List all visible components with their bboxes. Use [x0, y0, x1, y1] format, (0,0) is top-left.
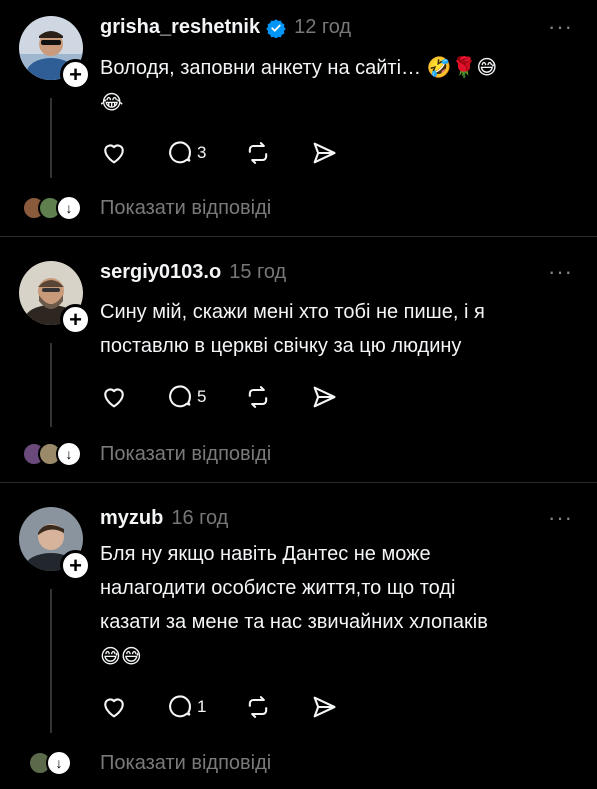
thread-post: + grisha_reshetnik 12 год ··· Володя, за…	[0, 0, 597, 236]
post-time: 16 год	[171, 507, 229, 529]
comment-button[interactable]: 5	[166, 383, 206, 411]
show-replies-link[interactable]: Показати відповіді	[100, 752, 271, 775]
post-text-body: Володя, заповни анкету на сайті…	[100, 57, 422, 79]
emoji-run: 😅😅	[100, 644, 142, 668]
show-replies-row[interactable]: ↓ Показати відповіді	[0, 188, 597, 228]
post-actions: 5	[100, 383, 376, 411]
post-text-line: поставлю в церкві свічку за цю людину	[100, 335, 462, 357]
heart-icon	[104, 144, 124, 164]
reply-avatars: ↓	[22, 750, 72, 776]
post-header: sergiy0103.o 15 год	[100, 261, 286, 284]
show-replies-row[interactable]: ↓ Показати відповіді	[0, 434, 597, 474]
follow-plus-icon[interactable]: +	[60, 304, 91, 335]
repost-icon	[249, 696, 268, 718]
comment-button[interactable]: 3	[166, 139, 206, 167]
show-replies-link[interactable]: Показати відповіді	[100, 443, 271, 466]
share-button[interactable]	[310, 383, 338, 411]
post-text-line: казати за мене та нас звичайних хлопаків	[100, 611, 488, 633]
more-icon[interactable]: ···	[548, 505, 573, 531]
username[interactable]: myzub	[100, 507, 163, 530]
like-button[interactable]	[100, 139, 128, 167]
repost-icon	[249, 386, 268, 408]
reply-avatars: ↓	[22, 195, 82, 221]
share-icon	[314, 386, 337, 408]
comment-count: 5	[197, 387, 207, 406]
more-icon[interactable]: ···	[548, 14, 573, 40]
post-text: Бля ну якщо навіть Дантес не може налаго…	[100, 537, 570, 674]
post-text-line: налагодити особисте життя,то що тоді	[100, 577, 456, 599]
repost-icon	[249, 142, 268, 164]
thread-post: + myzub 16 год ··· Бля ну якщо навіть Да…	[0, 482, 597, 789]
follow-plus-icon[interactable]: +	[60, 59, 91, 90]
like-button[interactable]	[100, 693, 128, 721]
share-button[interactable]	[310, 139, 338, 167]
post-actions: 1	[100, 693, 376, 721]
share-icon	[314, 142, 337, 164]
post-actions: 3	[100, 139, 376, 167]
username[interactable]: grisha_reshetnik	[100, 16, 260, 39]
thread-line	[50, 589, 52, 733]
post-header: myzub 16 год	[100, 507, 228, 530]
thread-post: + sergiy0103.o 15 год ··· Сину мій, скаж…	[0, 236, 597, 483]
heart-icon	[104, 698, 124, 718]
post-text-line: Сину мій, скажи мені хто тобі не пише, і…	[100, 301, 485, 323]
post-time: 12 год	[294, 16, 352, 38]
post-time: 15 год	[229, 261, 287, 283]
post-text-line: Бля ну якщо навіть Дантес не може	[100, 543, 431, 565]
comment-button[interactable]: 1	[166, 693, 206, 721]
emoji-run: 🤣🌹😅	[426, 55, 498, 79]
thread-line	[50, 98, 52, 178]
show-replies-link[interactable]: Показати відповіді	[100, 197, 271, 220]
post-header: grisha_reshetnik 12 год	[100, 16, 351, 39]
comment-icon	[169, 695, 191, 718]
share-button[interactable]	[310, 693, 338, 721]
repost-button[interactable]	[244, 383, 272, 411]
emoji-run: 😂	[100, 90, 124, 114]
show-replies-row[interactable]: ↓ Показати відповіді	[0, 743, 597, 783]
reply-avatars: ↓	[22, 441, 82, 467]
comment-count: 3	[197, 143, 207, 162]
username[interactable]: sergiy0103.o	[100, 261, 221, 284]
post-text: Сину мій, скажи мені хто тобі не пише, і…	[100, 295, 570, 363]
comment-icon	[169, 385, 191, 408]
verified-badge-icon	[266, 18, 286, 38]
post-text: Володя, заповни анкету на сайті… 🤣🌹😅 😂	[100, 50, 570, 120]
chevron-down-icon: ↓	[46, 750, 72, 776]
more-icon[interactable]: ···	[548, 259, 573, 285]
thread-line	[50, 343, 52, 427]
follow-plus-icon[interactable]: +	[60, 550, 91, 581]
repost-button[interactable]	[244, 693, 272, 721]
like-button[interactable]	[100, 383, 128, 411]
comment-icon	[169, 141, 191, 164]
repost-button[interactable]	[244, 139, 272, 167]
chevron-down-icon: ↓	[56, 441, 82, 467]
chevron-down-icon: ↓	[56, 195, 82, 221]
share-icon	[314, 696, 337, 718]
heart-icon	[104, 388, 124, 408]
comment-count: 1	[197, 697, 207, 716]
